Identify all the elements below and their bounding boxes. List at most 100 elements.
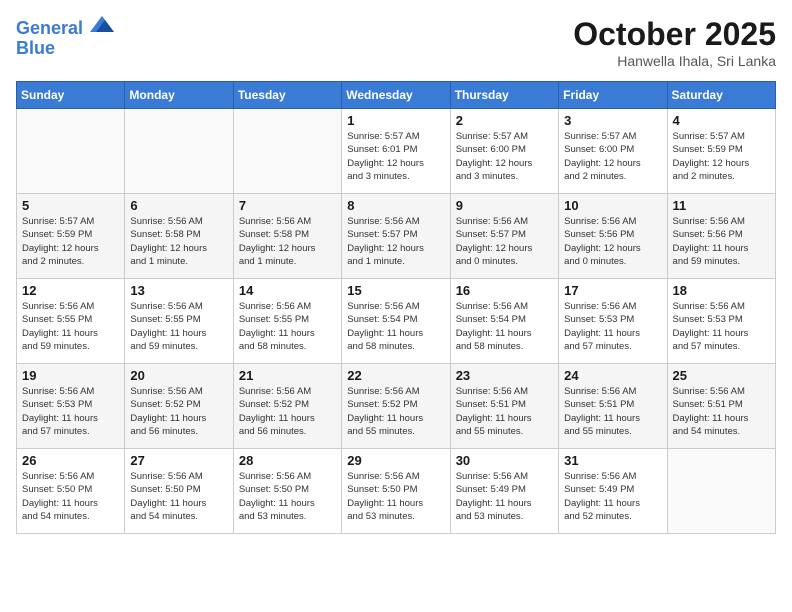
cell-info: Sunrise: 5:57 AMSunset: 6:00 PMDaylight:… bbox=[564, 130, 661, 183]
day-number: 14 bbox=[239, 283, 336, 298]
cell-info: Sunrise: 5:56 AMSunset: 5:50 PMDaylight:… bbox=[239, 470, 336, 523]
day-number: 21 bbox=[239, 368, 336, 383]
cell-info: Sunrise: 5:56 AMSunset: 5:57 PMDaylight:… bbox=[456, 215, 553, 268]
calendar-week-row: 1 Sunrise: 5:57 AMSunset: 6:01 PMDaylight… bbox=[17, 109, 776, 194]
calendar-week-row: 26 Sunrise: 5:56 AMSunset: 5:50 PMDayligh… bbox=[17, 449, 776, 534]
day-number: 9 bbox=[456, 198, 553, 213]
cell-info: Sunrise: 5:57 AMSunset: 6:01 PMDaylight:… bbox=[347, 130, 444, 183]
logo: General Blue bbox=[16, 16, 114, 59]
calendar-cell: 5Sunrise: 5:57 AMSunset: 5:59 PMDaylight… bbox=[17, 194, 125, 279]
calendar-cell: 23Sunrise: 5:56 AMSunset: 5:51 PMDayligh… bbox=[450, 364, 558, 449]
day-number: 11 bbox=[673, 198, 770, 213]
cell-info: Sunrise: 5:56 AMSunset: 5:53 PMDaylight:… bbox=[564, 300, 661, 353]
cell-info: Sunrise: 5:56 AMSunset: 5:57 PMDaylight:… bbox=[347, 215, 444, 268]
calendar-cell: 28 Sunrise: 5:56 AMSunset: 5:50 PMDayligh… bbox=[233, 449, 341, 534]
day-number: 5 bbox=[22, 198, 119, 213]
day-number: 29 bbox=[347, 453, 444, 468]
cell-info: Sunrise: 5:56 AMSunset: 5:51 PMDaylight:… bbox=[564, 385, 661, 438]
cell-info: Sunrise: 5:56 AMSunset: 5:56 PMDaylight:… bbox=[564, 215, 661, 268]
day-number: 26 bbox=[22, 453, 119, 468]
day-number: 10 bbox=[564, 198, 661, 213]
cell-info: Sunrise: 5:56 AMSunset: 5:50 PMDaylight:… bbox=[130, 470, 227, 523]
day-number: 4 bbox=[673, 113, 770, 128]
weekday-header: Thursday bbox=[450, 82, 558, 109]
calendar-cell bbox=[125, 109, 233, 194]
day-number: 13 bbox=[130, 283, 227, 298]
calendar-cell: 22 Sunrise: 5:56 AMSunset: 5:52 PMDayligh… bbox=[342, 364, 450, 449]
day-number: 23 bbox=[456, 368, 553, 383]
calendar-cell: 26Sunrise: 5:56 AMSunset: 5:50 PMDayligh… bbox=[17, 449, 125, 534]
day-number: 16 bbox=[456, 283, 553, 298]
day-number: 18 bbox=[673, 283, 770, 298]
calendar-cell: 30Sunrise: 5:56 AMSunset: 5:49 PMDayligh… bbox=[450, 449, 558, 534]
calendar-cell: 4 Sunrise: 5:57 AMSunset: 5:59 PMDaylight… bbox=[667, 109, 775, 194]
day-number: 28 bbox=[239, 453, 336, 468]
page-header: General Blue October 2025 Hanwella Ihala… bbox=[16, 16, 776, 69]
month-title: October 2025 bbox=[573, 16, 776, 53]
calendar-cell: 25 Sunrise: 5:56 AMSunset: 5:51 PMDayligh… bbox=[667, 364, 775, 449]
calendar-cell: 12Sunrise: 5:56 AMSunset: 5:55 PMDayligh… bbox=[17, 279, 125, 364]
calendar-cell: 7 Sunrise: 5:56 AMSunset: 5:58 PMDaylight… bbox=[233, 194, 341, 279]
day-number: 12 bbox=[22, 283, 119, 298]
calendar-cell: 3 Sunrise: 5:57 AMSunset: 6:00 PMDaylight… bbox=[559, 109, 667, 194]
cell-info: Sunrise: 5:56 AMSunset: 5:51 PMDaylight:… bbox=[673, 385, 770, 438]
calendar-cell bbox=[233, 109, 341, 194]
day-number: 1 bbox=[347, 113, 444, 128]
calendar-cell: 18Sunrise: 5:56 AMSunset: 5:53 PMDayligh… bbox=[667, 279, 775, 364]
calendar-week-row: 19 Sunrise: 5:56 AMSunset: 5:53 PMDayligh… bbox=[17, 364, 776, 449]
weekday-header: Sunday bbox=[17, 82, 125, 109]
cell-info: Sunrise: 5:56 AMSunset: 5:54 PMDaylight:… bbox=[347, 300, 444, 353]
logo-general: General bbox=[16, 18, 83, 38]
cell-info: Sunrise: 5:56 AMSunset: 5:52 PMDaylight:… bbox=[130, 385, 227, 438]
calendar-cell: 11 Sunrise: 5:56 AMSunset: 5:56 PMDayligh… bbox=[667, 194, 775, 279]
logo-blue: Blue bbox=[16, 38, 55, 58]
calendar-week-row: 5Sunrise: 5:57 AMSunset: 5:59 PMDaylight… bbox=[17, 194, 776, 279]
calendar-cell: 15Sunrise: 5:56 AMSunset: 5:54 PMDayligh… bbox=[342, 279, 450, 364]
weekday-header: Tuesday bbox=[233, 82, 341, 109]
weekday-header-row: SundayMondayTuesdayWednesdayThursdayFrid… bbox=[17, 82, 776, 109]
calendar-cell: 20 Sunrise: 5:56 AMSunset: 5:52 PMDayligh… bbox=[125, 364, 233, 449]
day-number: 19 bbox=[22, 368, 119, 383]
day-number: 7 bbox=[239, 198, 336, 213]
weekday-header: Saturday bbox=[667, 82, 775, 109]
calendar-cell: 2Sunrise: 5:57 AMSunset: 6:00 PMDaylight… bbox=[450, 109, 558, 194]
logo-icon bbox=[90, 14, 114, 34]
cell-info: Sunrise: 5:56 AMSunset: 5:54 PMDaylight:… bbox=[456, 300, 553, 353]
calendar-cell: 17 Sunrise: 5:56 AMSunset: 5:53 PMDayligh… bbox=[559, 279, 667, 364]
calendar-cell: 29Sunrise: 5:56 AMSunset: 5:50 PMDayligh… bbox=[342, 449, 450, 534]
day-number: 24 bbox=[564, 368, 661, 383]
calendar-cell: 10 Sunrise: 5:56 AMSunset: 5:56 PMDayligh… bbox=[559, 194, 667, 279]
calendar-cell: 24 Sunrise: 5:56 AMSunset: 5:51 PMDayligh… bbox=[559, 364, 667, 449]
cell-info: Sunrise: 5:56 AMSunset: 5:52 PMDaylight:… bbox=[239, 385, 336, 438]
calendar-cell: 8Sunrise: 5:56 AMSunset: 5:57 PMDaylight… bbox=[342, 194, 450, 279]
calendar-cell: 13Sunrise: 5:56 AMSunset: 5:55 PMDayligh… bbox=[125, 279, 233, 364]
calendar-cell: 9 Sunrise: 5:56 AMSunset: 5:57 PMDaylight… bbox=[450, 194, 558, 279]
calendar-cell: 14 Sunrise: 5:56 AMSunset: 5:55 PMDayligh… bbox=[233, 279, 341, 364]
calendar-cell: 6Sunrise: 5:56 AMSunset: 5:58 PMDaylight… bbox=[125, 194, 233, 279]
cell-info: Sunrise: 5:56 AMSunset: 5:56 PMDaylight:… bbox=[673, 215, 770, 268]
calendar-cell: 27 Sunrise: 5:56 AMSunset: 5:50 PMDayligh… bbox=[125, 449, 233, 534]
cell-info: Sunrise: 5:56 AMSunset: 5:52 PMDaylight:… bbox=[347, 385, 444, 438]
cell-info: Sunrise: 5:56 AMSunset: 5:53 PMDaylight:… bbox=[22, 385, 119, 438]
cell-info: Sunrise: 5:56 AMSunset: 5:55 PMDaylight:… bbox=[239, 300, 336, 353]
day-number: 22 bbox=[347, 368, 444, 383]
day-number: 25 bbox=[673, 368, 770, 383]
weekday-header: Wednesday bbox=[342, 82, 450, 109]
day-number: 27 bbox=[130, 453, 227, 468]
cell-info: Sunrise: 5:56 AMSunset: 5:58 PMDaylight:… bbox=[130, 215, 227, 268]
location: Hanwella Ihala, Sri Lanka bbox=[573, 53, 776, 69]
day-number: 20 bbox=[130, 368, 227, 383]
calendar-table: SundayMondayTuesdayWednesdayThursdayFrid… bbox=[16, 81, 776, 534]
calendar-cell: 21 Sunrise: 5:56 AMSunset: 5:52 PMDayligh… bbox=[233, 364, 341, 449]
cell-info: Sunrise: 5:56 AMSunset: 5:58 PMDaylight:… bbox=[239, 215, 336, 268]
weekday-header: Friday bbox=[559, 82, 667, 109]
cell-info: Sunrise: 5:57 AMSunset: 5:59 PMDaylight:… bbox=[673, 130, 770, 183]
calendar-cell: 16 Sunrise: 5:56 AMSunset: 5:54 PMDayligh… bbox=[450, 279, 558, 364]
title-block: October 2025 Hanwella Ihala, Sri Lanka bbox=[573, 16, 776, 69]
calendar-cell bbox=[17, 109, 125, 194]
day-number: 2 bbox=[456, 113, 553, 128]
day-number: 31 bbox=[564, 453, 661, 468]
day-number: 3 bbox=[564, 113, 661, 128]
calendar-week-row: 12 Sunrise: 5:56 AMSunset: 5:55 PMDayligh… bbox=[17, 279, 776, 364]
day-number: 17 bbox=[564, 283, 661, 298]
